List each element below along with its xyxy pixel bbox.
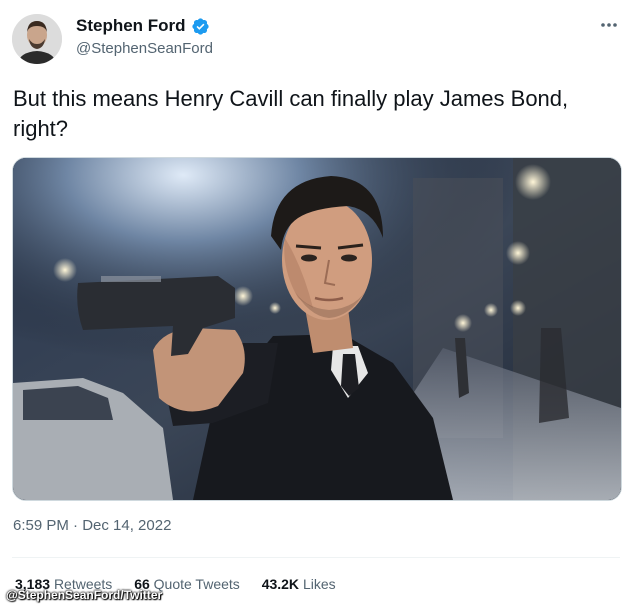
more-options-icon[interactable] xyxy=(598,14,620,36)
quotes-label: Quote Tweets xyxy=(153,576,240,592)
likes-count: 43.2K xyxy=(261,576,300,592)
author-name-row: Stephen Ford xyxy=(76,16,210,36)
verified-badge-icon xyxy=(191,17,210,36)
avatar-photo-icon xyxy=(12,14,62,64)
author-handle[interactable]: @StephenSeanFord xyxy=(76,40,213,57)
divider xyxy=(12,557,620,558)
tweet-card: Stephen Ford @StephenSeanFord But this m… xyxy=(0,0,634,605)
author-display-name[interactable]: Stephen Ford xyxy=(76,16,186,36)
photo-credit: @StephenSeanFord/Twitter xyxy=(6,588,163,602)
likes-label: Likes xyxy=(302,576,336,592)
tweet-text: But this means Henry Cavill can finally … xyxy=(13,86,569,141)
tweet-media-photo[interactable] xyxy=(12,157,622,501)
likes-stat[interactable]: 43.2K Likes xyxy=(262,576,336,592)
tweet-timestamp[interactable]: 6:59 PM · Dec 14, 2022 xyxy=(13,517,171,534)
photo-man-aiming-pistol-icon xyxy=(13,158,621,500)
avatar[interactable] xyxy=(12,14,62,64)
